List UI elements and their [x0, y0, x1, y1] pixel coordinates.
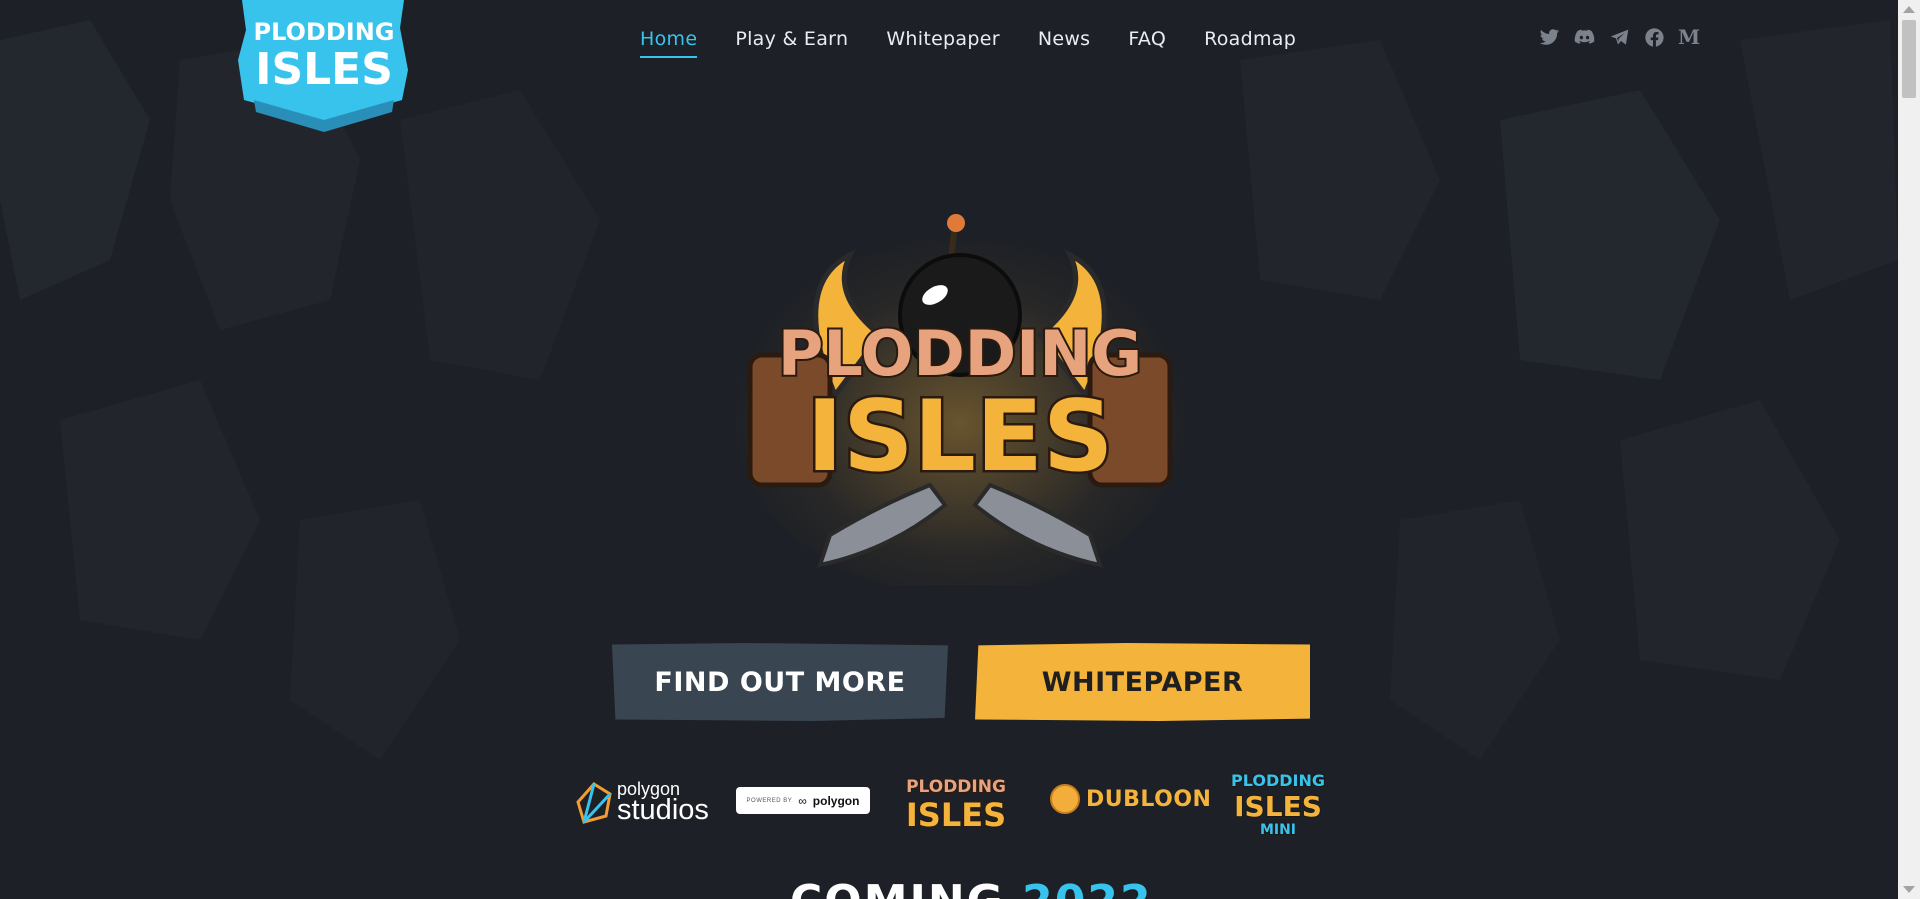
hero-title-line2: ISLES — [806, 380, 1113, 494]
powered-by-label: POWERED BY — [746, 797, 793, 804]
polygon-link-icon: ∞ — [798, 793, 807, 808]
mini-line2: ISLES — [1234, 790, 1322, 823]
partner-logos: polygon studios POWERED BY ∞ polygon PLO… — [576, 768, 1326, 838]
powered-by-polygon-badge[interactable]: POWERED BY ∞ polygon — [736, 787, 870, 814]
mini-line3: MINI — [1260, 822, 1296, 838]
facebook-icon[interactable] — [1643, 26, 1665, 48]
polygon-studios-line2: studios — [617, 794, 709, 826]
mini-line1: PLODDING — [1231, 771, 1325, 790]
nav-roadmap[interactable]: Roadmap — [1204, 28, 1296, 58]
hero-emblem: PLODDING ISLES — [730, 214, 1190, 585]
nav-news[interactable]: News — [1038, 28, 1091, 58]
nav-home[interactable]: Home — [640, 28, 698, 58]
discord-icon[interactable] — [1573, 26, 1595, 48]
site-logo[interactable]: PLODDING ISLES — [232, 0, 416, 132]
nav-whitepaper[interactable]: Whitepaper — [886, 28, 1000, 58]
plodding-isles-partner-logo[interactable]: PLODDING ISLES — [906, 770, 1006, 832]
dubloon-coin-icon — [1050, 784, 1080, 814]
partner-plodding-line1: PLODDING — [906, 777, 1006, 797]
logo-line1: PLODDING — [254, 18, 395, 46]
partner-plodding-line2: ISLES — [906, 796, 1006, 832]
polygon-studios-logo[interactable]: polygon studios — [576, 780, 709, 825]
logo-line2: ISLES — [255, 44, 393, 95]
scroll-thumb[interactable] — [1902, 20, 1916, 98]
dubloon-label: DUBLOON — [1086, 786, 1212, 812]
scroll-down-arrow-icon[interactable] — [1903, 886, 1915, 893]
dubloon-logo[interactable]: DUBLOON — [1050, 784, 1211, 814]
coming-year: 2022 — [1022, 876, 1152, 899]
powered-polygon-label: polygon — [812, 793, 860, 808]
nav-faq[interactable]: FAQ — [1128, 28, 1166, 58]
telegram-icon[interactable] — [1608, 26, 1630, 48]
main-nav: Home Play & Earn Whitepaper News FAQ Roa… — [640, 28, 1334, 58]
twitter-icon[interactable] — [1538, 26, 1560, 48]
scroll-up-arrow-icon[interactable] — [1903, 6, 1915, 13]
page-scrollbar[interactable] — [1898, 0, 1920, 899]
whitepaper-button[interactable]: WHITEPAPER — [975, 643, 1310, 721]
polygon-studios-icon — [576, 781, 612, 824]
coming-text: COMING — [790, 876, 1005, 899]
coming-soon-heading: COMING 2022 — [790, 876, 1153, 899]
find-out-more-button[interactable]: FIND OUT MORE — [612, 643, 948, 721]
social-links: M — [1538, 25, 1700, 49]
medium-icon[interactable]: M — [1678, 25, 1700, 49]
nav-play-earn[interactable]: Play & Earn — [735, 28, 848, 58]
plodding-isles-mini-logo[interactable]: PLODDING ISLES MINI — [1230, 768, 1326, 838]
